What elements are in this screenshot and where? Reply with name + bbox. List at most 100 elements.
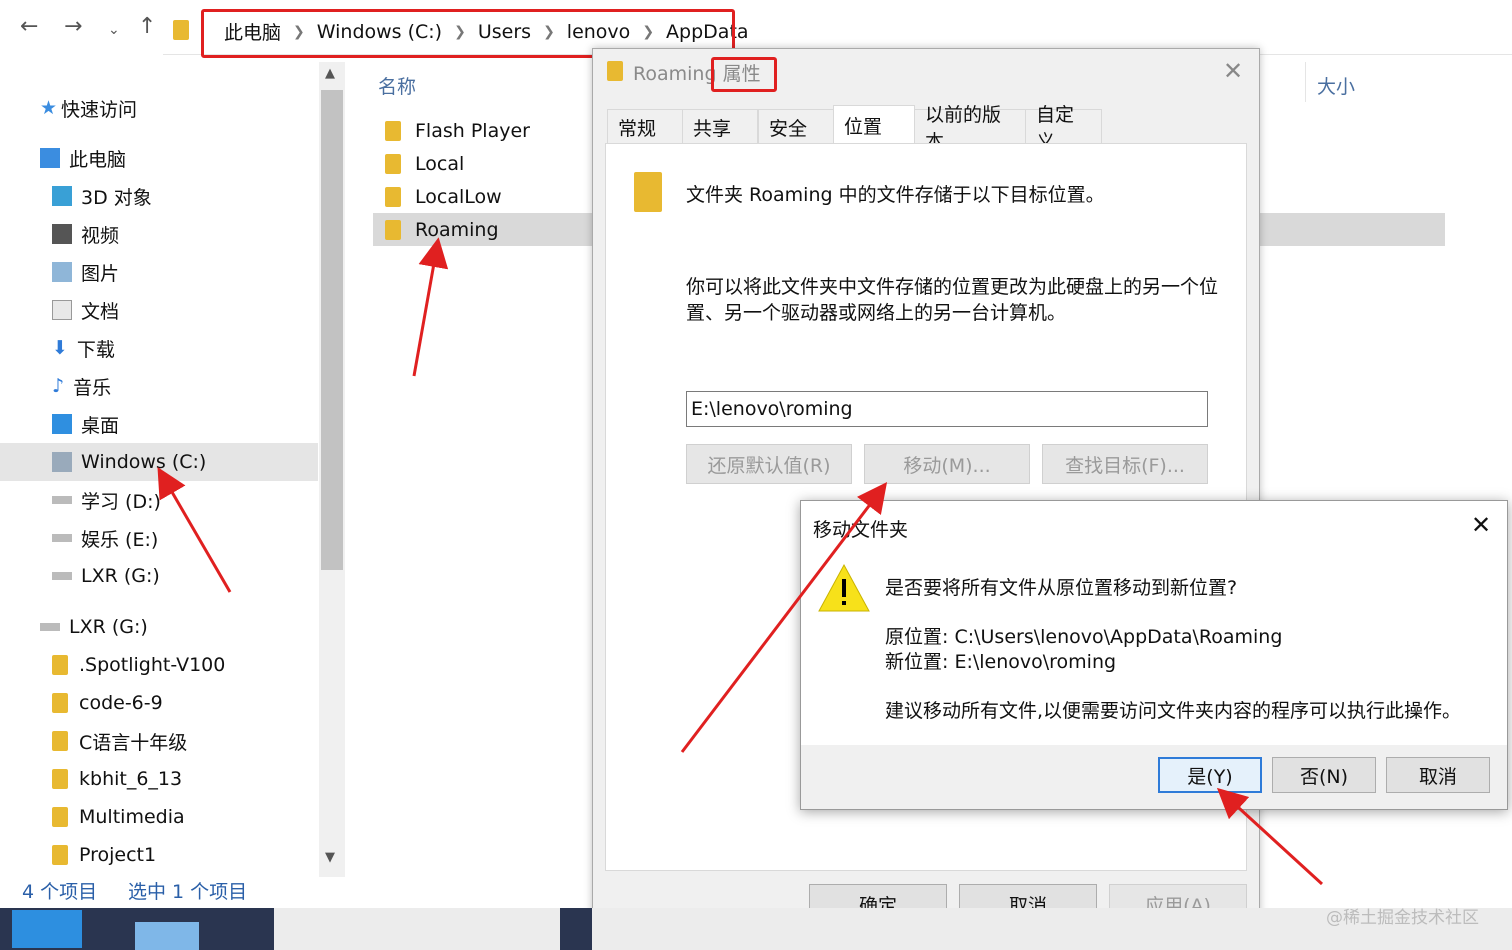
status-count: 4 个项目 (22, 881, 98, 903)
nav-item-music[interactable]: ♪ 音乐 (52, 367, 111, 405)
nav-folder[interactable]: Project1 (52, 836, 156, 874)
cancel-button[interactable]: 取消 (1386, 757, 1490, 793)
film-icon (52, 224, 72, 244)
nav-label: Project1 (79, 844, 157, 866)
annotation-box (711, 57, 777, 92)
move-button[interactable]: 移动(M)... (864, 444, 1030, 484)
tab-location[interactable]: 位置 (833, 105, 915, 144)
no-button[interactable]: 否(N) (1272, 757, 1376, 793)
yes-button[interactable]: 是(Y) (1158, 757, 1262, 793)
warning-icon (818, 563, 870, 612)
location-intro: 文件夹 Roaming 中的文件存储于以下目标位置。 (686, 184, 1105, 206)
drive-icon (52, 534, 72, 542)
close-icon[interactable]: ✕ (1471, 511, 1491, 539)
nav-label: 图片 (81, 262, 120, 285)
column-header-name[interactable]: 名称 (378, 72, 416, 99)
nav-this-pc[interactable]: 此电脑 (40, 139, 126, 177)
nav-label: 下载 (76, 338, 115, 361)
move-question: 是否要将所有文件从原位置移动到新位置? (885, 577, 1238, 599)
scrollbar-thumb[interactable] (321, 90, 343, 570)
location-path-input[interactable]: E:\lenovo\roming (686, 391, 1208, 427)
folder-icon (52, 731, 68, 751)
tab-customize[interactable]: 自定义 (1025, 104, 1102, 153)
nav-label: C语言十年级 (79, 731, 188, 754)
nav-folder[interactable]: code-6-9 (52, 684, 163, 722)
back-icon[interactable]: ← (20, 14, 38, 39)
nav-item-drive-d[interactable]: 学习 (D:) (52, 481, 161, 519)
dialog-title: 移动文件夹 (813, 519, 909, 541)
move-to: 新位置: E:\lenovo\roming (885, 651, 1117, 673)
folder-icon (385, 219, 401, 240)
dialog-footer: 是(Y) 否(N) 取消 (801, 745, 1507, 809)
nav-label: Multimedia (79, 806, 185, 828)
nav-item-drive-g[interactable]: LXR (G:) (52, 557, 160, 595)
nav-item-drive-c[interactable]: Windows (C:) (0, 443, 318, 481)
nav-folder[interactable]: kbhit_6_13 (52, 760, 182, 798)
folder-icon (385, 186, 401, 207)
nav-label: code-6-9 (79, 692, 163, 714)
location-description: 你可以将此文件夹中文件存储的位置更改为此硬盘上的另一个位置、另一个驱动器或网络上… (686, 276, 1219, 324)
nav-label: 文档 (81, 300, 120, 323)
nav-item-3d[interactable]: 3D 对象 (52, 177, 152, 215)
folder-icon (52, 655, 68, 675)
watermark: @稀土掘金技术社区 (1326, 908, 1479, 928)
nav-item-videos[interactable]: 视频 (52, 215, 119, 253)
nav-folder[interactable]: .Spotlight-V100 (52, 646, 225, 684)
folder-icon (52, 845, 68, 865)
desktop-icon (52, 414, 72, 434)
tab-previous-versions[interactable]: 以前的版本 (914, 104, 1026, 153)
nav-item-documents[interactable]: 文档 (52, 291, 119, 329)
recent-dropdown-icon[interactable]: ⌄ (108, 22, 120, 38)
folder-icon (173, 20, 189, 40)
nav-quick-access[interactable]: ★ 快速访问 (40, 89, 137, 127)
up-icon[interactable]: ↑ (138, 14, 156, 39)
move-from: 原位置: C:\Users\lenovo\AppData\Roaming (885, 626, 1283, 648)
nav-item-drive-e[interactable]: 娱乐 (E:) (52, 519, 158, 557)
nav-label: 3D 对象 (81, 186, 152, 209)
tab-label: 安全 (769, 117, 808, 140)
scroll-down-icon[interactable]: ▼ (325, 850, 335, 865)
forward-icon[interactable]: → (64, 14, 82, 39)
folder-icon (52, 769, 68, 789)
tab-label: 位置 (844, 115, 883, 138)
taskbar (0, 908, 1512, 950)
star-icon: ★ (40, 97, 58, 119)
nav-item-desktop[interactable]: 桌面 (52, 405, 119, 443)
file-name: Local (415, 152, 465, 175)
download-icon: ⬇ (52, 337, 68, 359)
column-header-size[interactable]: 大小 (1317, 72, 1355, 99)
taskbar-segment (560, 908, 592, 950)
nav-label: 娱乐 (E:) (81, 528, 159, 551)
nav-item-downloads[interactable]: ⬇ 下载 (52, 329, 115, 367)
tab-label: 常规 (618, 117, 657, 140)
arrow-to-roaming (412, 237, 449, 377)
restore-default-button[interactable]: 还原默认值(R) (686, 444, 852, 484)
move-advice: 建议移动所有文件,以便需要访问文件夹内容的程序可以执行此操作。 (885, 700, 1462, 722)
file-name: LocalLow (415, 185, 502, 208)
app-icon[interactable] (135, 922, 199, 950)
folder-icon (634, 172, 662, 212)
nav-folder[interactable]: C语言十年级 (52, 722, 187, 760)
properties-dialog: Roaming 属性 ✕ 常规 共享 安全 位置 以前的版本 自定义 文件夹 R… (592, 48, 1260, 948)
status-selected: 选中 1 个项目 (128, 881, 248, 903)
nav-folder[interactable]: Multimedia (52, 798, 185, 836)
tab-label: 共享 (693, 117, 732, 140)
nav-item-pictures[interactable]: 图片 (52, 253, 119, 291)
nav-label: 此电脑 (69, 148, 127, 171)
windows-icon[interactable] (12, 910, 82, 948)
tab-security[interactable]: 安全 (758, 109, 834, 145)
nav-label: Windows (C:) (81, 451, 207, 473)
nav-drive-g[interactable]: LXR (G:) (40, 608, 148, 646)
folder-icon (607, 61, 623, 81)
title-name: Roaming (633, 63, 717, 85)
tab-sharing[interactable]: 共享 (682, 109, 758, 145)
nav-label: 桌面 (81, 414, 120, 437)
close-icon[interactable]: ✕ (1223, 57, 1243, 85)
scroll-up-icon[interactable]: ▲ (325, 66, 335, 81)
nav-label: .Spotlight-V100 (79, 654, 226, 676)
column-divider (1305, 62, 1306, 102)
find-target-button[interactable]: 查找目标(F)... (1042, 444, 1208, 484)
tab-general[interactable]: 常规 (607, 109, 683, 145)
file-name: Roaming (415, 218, 499, 241)
file-name: Flash Player (415, 119, 530, 142)
